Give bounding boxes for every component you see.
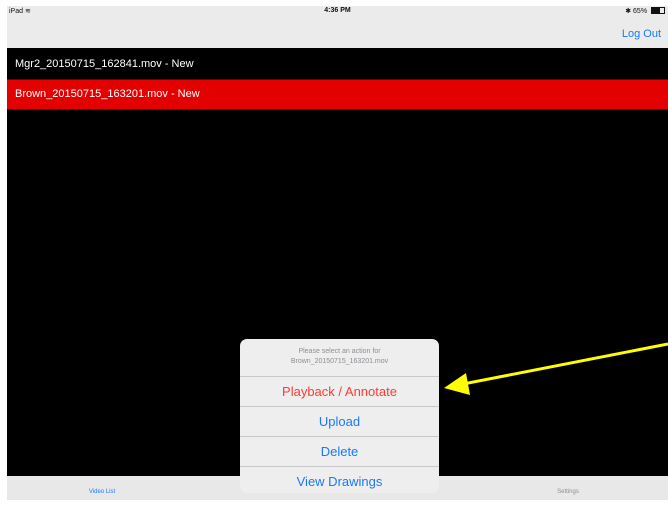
battery-percent: 65% [633,8,648,15]
action-sheet: Please select an action for Brown_201507… [240,339,439,493]
action-sheet-prompt: Please select an action for Brown_201507… [240,339,439,377]
playback-annotate-button[interactable]: Playback / Annotate [240,377,439,407]
log-out-button[interactable]: Log Out [622,28,661,40]
video-list-item[interactable]: Mgr2_20150715_162841.mov - New [7,50,668,80]
view-drawings-button[interactable]: View Drawings [240,467,439,493]
prompt-line-1: Please select an action for [298,348,381,355]
status-bar: iPad ≋ 4:36 PM ✱ 65% [7,6,668,18]
tab-settings[interactable]: Settings [508,489,628,495]
battery-icon [651,7,665,14]
ipad-screen: iPad ≋ 4:36 PM ✱ 65% Log Out Mgr2_201507… [7,6,668,500]
upload-button[interactable]: Upload [240,407,439,437]
video-list-item-selected[interactable]: Brown_20150715_163201.mov - New [7,80,668,110]
tab-video-list[interactable]: Video List [42,489,162,495]
navigation-bar: Log Out [7,18,668,48]
prompt-line-2: Brown_20150715_163201.mov [290,358,389,365]
delete-button[interactable]: Delete [240,437,439,467]
status-time: 4:36 PM [324,7,351,14]
battery-indicator: ✱ 65% [625,7,665,15]
bluetooth-icon: ✱ [625,8,632,15]
video-list: Mgr2_20150715_162841.mov - New Brown_201… [7,50,668,110]
